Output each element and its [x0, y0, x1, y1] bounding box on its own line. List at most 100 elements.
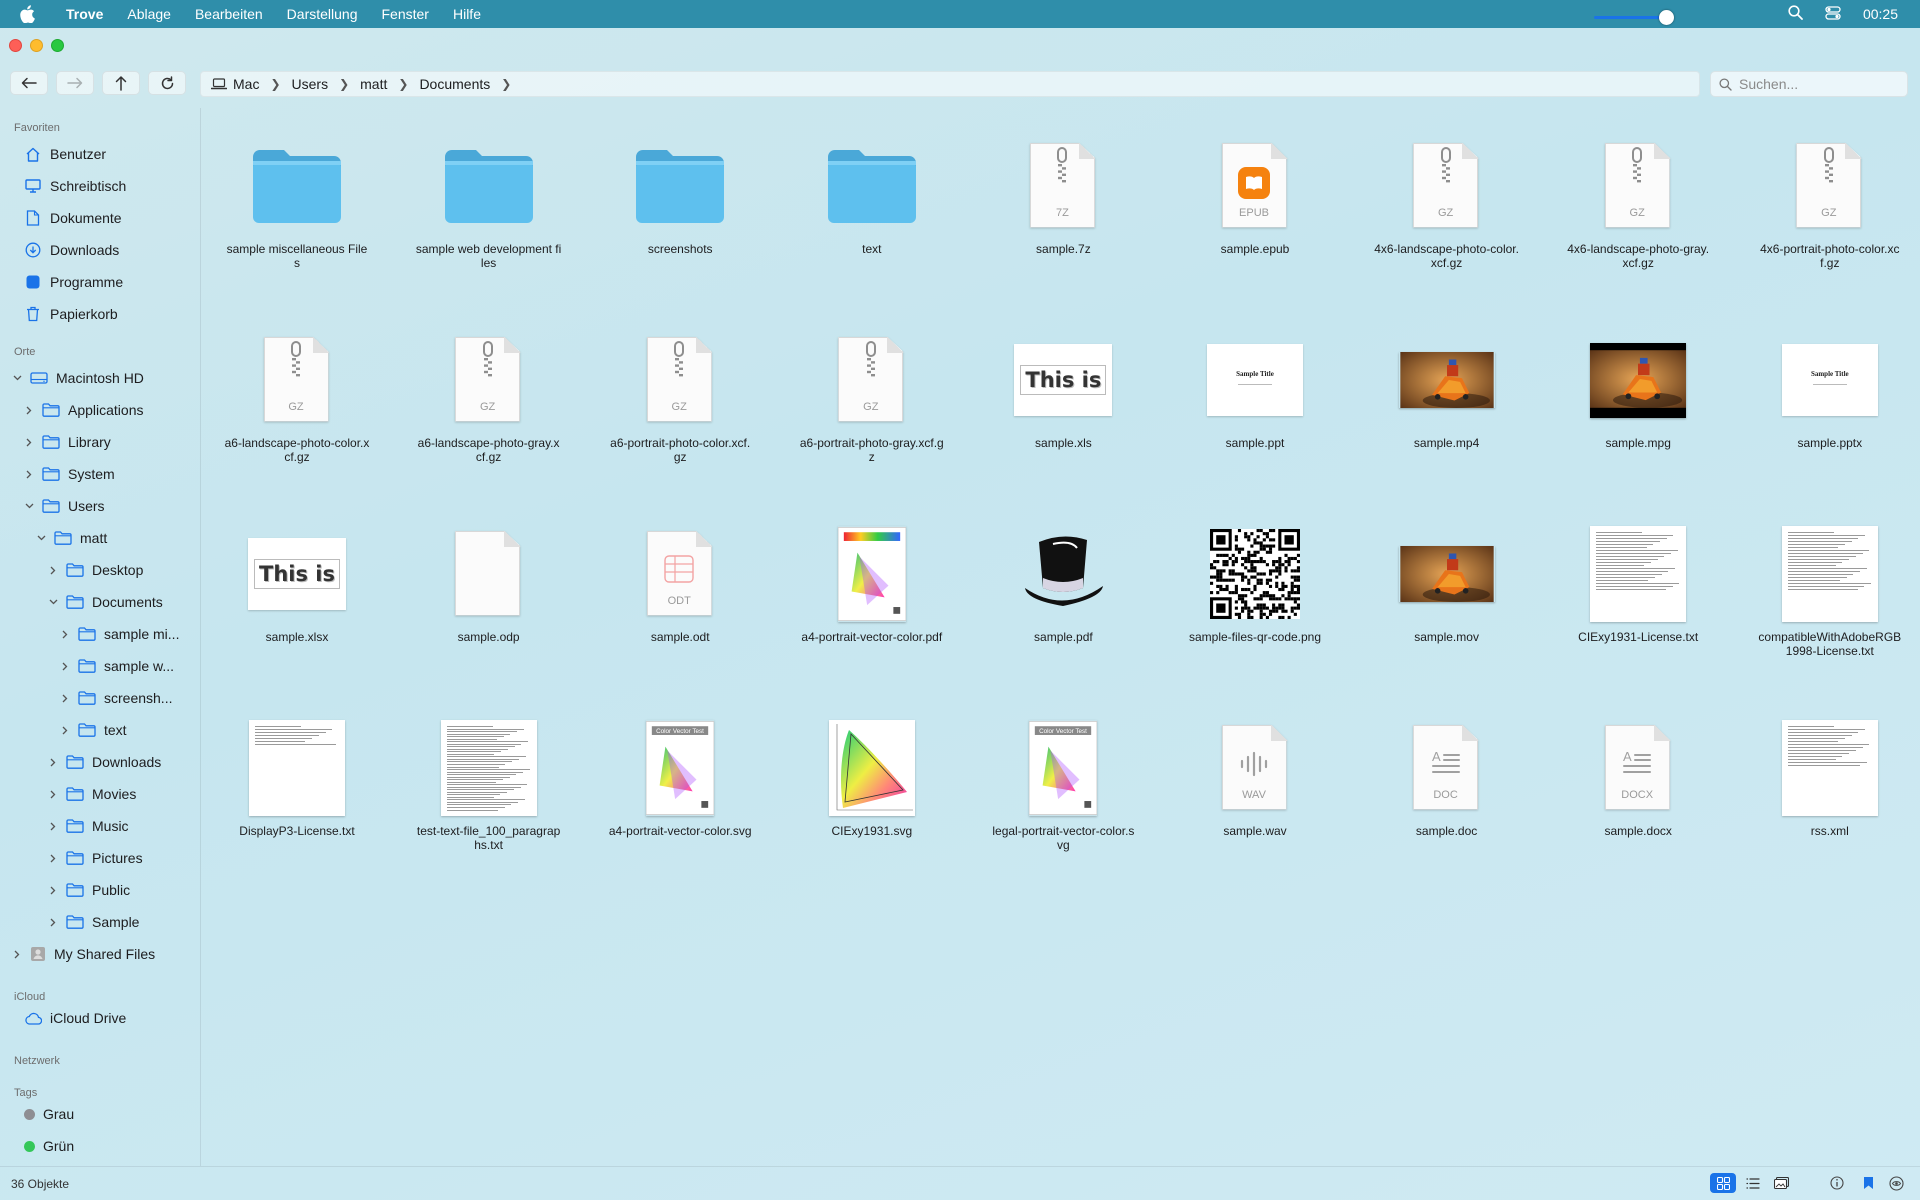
close-window-button[interactable]: [9, 39, 22, 52]
sidebar-tree-item[interactable]: Macintosh HD: [12, 365, 144, 391]
search-field[interactable]: [1710, 71, 1908, 97]
sidebar-tree-item[interactable]: matt: [36, 525, 107, 551]
chevron-right-icon[interactable]: [60, 630, 70, 639]
sidebar-tree-item[interactable]: Sample: [48, 909, 139, 935]
breadcrumb-mac[interactable]: Mac: [211, 76, 259, 92]
file-item[interactable]: EPUB sample.epub: [1180, 136, 1330, 256]
file-item[interactable]: A DOC sample.doc: [1372, 718, 1522, 838]
sidebar-item-papierkorb[interactable]: Papierkorb: [24, 301, 118, 327]
chevron-down-icon[interactable]: [48, 599, 58, 605]
file-item[interactable]: screenshots: [605, 136, 755, 256]
file-item[interactable]: ODT sample.odt: [605, 524, 755, 644]
sidebar-tree-item[interactable]: Library: [24, 429, 111, 455]
apple-icon[interactable]: [0, 5, 54, 23]
minimize-window-button[interactable]: [30, 39, 43, 52]
file-item[interactable]: Color Vector Test a4-portrait-vector-colo…: [605, 718, 755, 838]
file-item[interactable]: GZ a6-portrait-photo-color.xcf.gz: [605, 330, 755, 464]
sidebar-item-programme[interactable]: Programme: [24, 269, 123, 295]
file-item[interactable]: CIExy1931-License.txt: [1563, 524, 1713, 644]
file-item[interactable]: 7Z sample.7z: [988, 136, 1138, 256]
file-item[interactable]: Color Vector Test legal-portrait-vector-c…: [988, 718, 1138, 852]
chevron-right-icon[interactable]: [48, 790, 58, 799]
back-button[interactable]: [10, 71, 48, 95]
sidebar-tree-item[interactable]: Downloads: [48, 749, 161, 775]
sidebar-item-schreibtisch[interactable]: Schreibtisch: [24, 173, 126, 199]
file-item[interactable]: GZ a6-landscape-photo-gray.xcf.gz: [414, 330, 564, 464]
sidebar-tree-item[interactable]: Users: [24, 493, 105, 519]
sidebar-tree-item[interactable]: Movies: [48, 781, 136, 807]
file-item[interactable]: sample.mp4: [1372, 330, 1522, 450]
gallery-view-button[interactable]: [1768, 1173, 1794, 1193]
menu-fenster[interactable]: Fenster: [370, 6, 441, 22]
chevron-right-icon[interactable]: [48, 566, 58, 575]
file-item[interactable]: test-text-file_100_paragraphs.txt: [414, 718, 564, 852]
chevron-right-icon[interactable]: [48, 854, 58, 863]
chevron-right-icon[interactable]: [60, 694, 70, 703]
sidebar-tree-item[interactable]: My Shared Files: [12, 941, 155, 967]
spotlight-search-icon[interactable]: [1788, 5, 1803, 23]
file-item[interactable]: sample.odp: [414, 524, 564, 644]
breadcrumb-matt[interactable]: matt: [360, 76, 387, 92]
file-item[interactable]: Sample Title sample.pptx: [1755, 330, 1905, 450]
bookmark-button[interactable]: [1855, 1173, 1881, 1193]
file-item[interactable]: GZ a6-portrait-photo-gray.xcf.gz: [797, 330, 947, 464]
file-item[interactable]: GZ 4x6-portrait-photo-color.xcf.gz: [1755, 136, 1905, 270]
file-item[interactable]: sample web development files: [414, 136, 564, 270]
file-item[interactable]: A DOCX sample.docx: [1563, 718, 1713, 838]
sidebar-item-dokumente[interactable]: Dokumente: [24, 205, 122, 231]
file-item[interactable]: sample-files-qr-code.png: [1180, 524, 1330, 644]
chevron-down-icon[interactable]: [36, 535, 46, 541]
file-item[interactable]: text: [797, 136, 947, 256]
search-input[interactable]: [1739, 76, 1899, 92]
sidebar-item-downloads[interactable]: Downloads: [24, 237, 119, 263]
breadcrumb-documents[interactable]: Documents: [419, 76, 490, 92]
sidebar-tree-item[interactable]: Public: [48, 877, 130, 903]
file-item[interactable]: a4-portrait-vector-color.pdf: [797, 524, 947, 644]
menu-darstellung[interactable]: Darstellung: [275, 6, 370, 22]
sidebar-tag-1[interactable]: Grün: [24, 1133, 74, 1159]
file-item[interactable]: GZ a6-landscape-photo-color.xcf.gz: [222, 330, 372, 464]
control-center-icon[interactable]: [1825, 5, 1841, 23]
icon-view-button[interactable]: [1710, 1173, 1736, 1193]
file-item[interactable]: GZ 4x6-landscape-photo-color.xcf.gz: [1372, 136, 1522, 270]
chevron-right-icon[interactable]: [24, 406, 34, 415]
file-item[interactable]: This is sample.xls: [988, 330, 1138, 450]
menubar-clock[interactable]: 00:25: [1863, 6, 1898, 22]
breadcrumb-users[interactable]: Users: [292, 76, 329, 92]
info-button[interactable]: [1824, 1173, 1850, 1193]
sidebar-tree-item[interactable]: Pictures: [48, 845, 143, 871]
file-item[interactable]: sample.mov: [1372, 524, 1522, 644]
icon-size-slider-handle[interactable]: [1659, 10, 1674, 25]
sidebar-tree-item[interactable]: sample mi...: [60, 621, 179, 647]
file-item[interactable]: sample.mpg: [1563, 330, 1713, 450]
file-item[interactable]: DisplayP3-License.txt: [222, 718, 372, 838]
sidebar-tree-item[interactable]: Documents: [48, 589, 163, 615]
menu-hilfe[interactable]: Hilfe: [441, 6, 493, 22]
sidebar-item-benutzer[interactable]: Benutzer: [24, 141, 106, 167]
sidebar-item-icloud-drive[interactable]: iCloud Drive: [24, 1005, 126, 1031]
file-item[interactable]: GZ 4x6-landscape-photo-gray.xcf.gz: [1563, 136, 1713, 270]
chevron-right-icon[interactable]: ❯: [501, 77, 511, 91]
file-item[interactable]: This is sample.xlsx: [222, 524, 372, 644]
file-item[interactable]: WAV sample.wav: [1180, 718, 1330, 838]
sidebar-tree-item[interactable]: Desktop: [48, 557, 143, 583]
chevron-down-icon[interactable]: [12, 375, 22, 381]
chevron-right-icon[interactable]: [48, 822, 58, 831]
chevron-right-icon[interactable]: [60, 726, 70, 735]
chevron-down-icon[interactable]: [24, 503, 34, 509]
sidebar-tree-item[interactable]: Applications: [24, 397, 144, 423]
sidebar-tree-item[interactable]: System: [24, 461, 115, 487]
preview-button[interactable]: [1883, 1173, 1909, 1193]
list-view-button[interactable]: [1740, 1173, 1766, 1193]
chevron-right-icon[interactable]: [24, 470, 34, 479]
file-item[interactable]: compatibleWithAdobeRGB1998-License.txt: [1755, 524, 1905, 658]
parent-folder-button[interactable]: [102, 71, 140, 95]
chevron-right-icon[interactable]: [24, 438, 34, 447]
sidebar-tree-item[interactable]: screensh...: [60, 685, 172, 711]
chevron-right-icon[interactable]: [48, 918, 58, 927]
sidebar-tree-item[interactable]: Music: [48, 813, 129, 839]
zoom-window-button[interactable]: [51, 39, 64, 52]
sidebar-tree-item[interactable]: sample w...: [60, 653, 174, 679]
sidebar-tree-item[interactable]: text: [60, 717, 127, 743]
chevron-right-icon[interactable]: [48, 758, 58, 767]
